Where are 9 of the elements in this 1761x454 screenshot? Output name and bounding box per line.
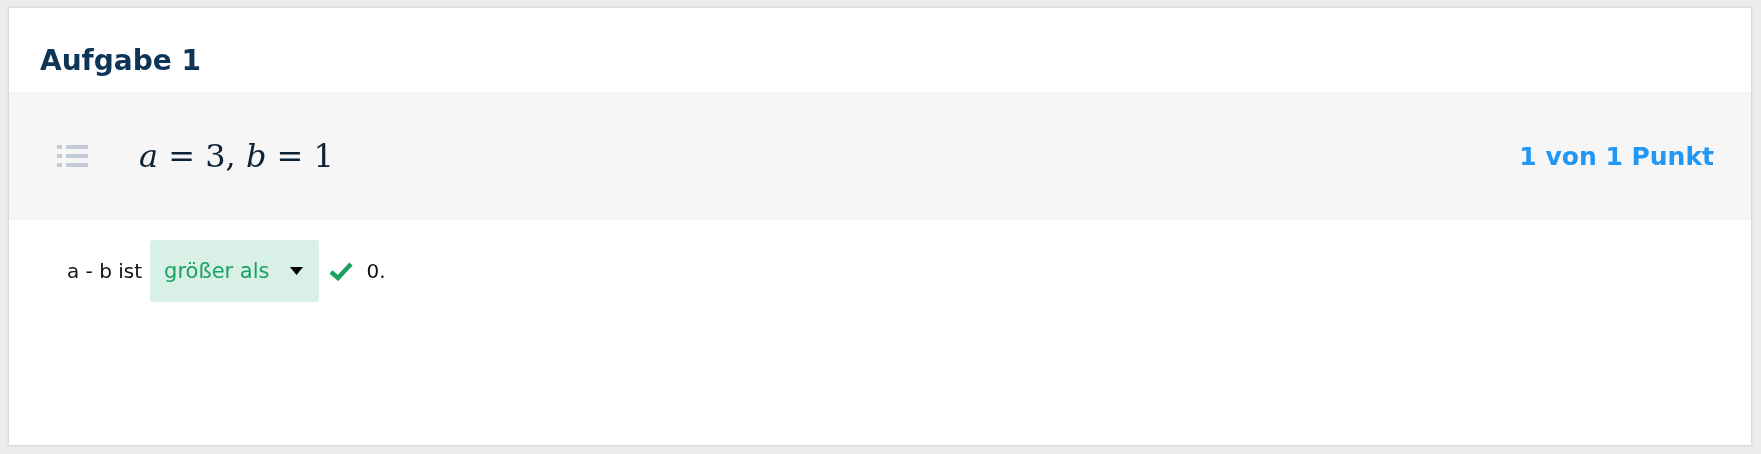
check-icon [328, 261, 353, 281]
caret-icon [289, 267, 303, 275]
task-title: Aufgabe 1 [39, 43, 202, 79]
sentence-text: a - b ist [67, 259, 143, 283]
list-icon [57, 144, 88, 168]
sentence-text: 0. [366, 259, 386, 283]
formula: a = 3, b = 1 [139, 137, 334, 175]
answer-dropdown[interactable]: größer als [150, 240, 319, 302]
score-label: 1 von 1 Punkt [1519, 141, 1714, 171]
